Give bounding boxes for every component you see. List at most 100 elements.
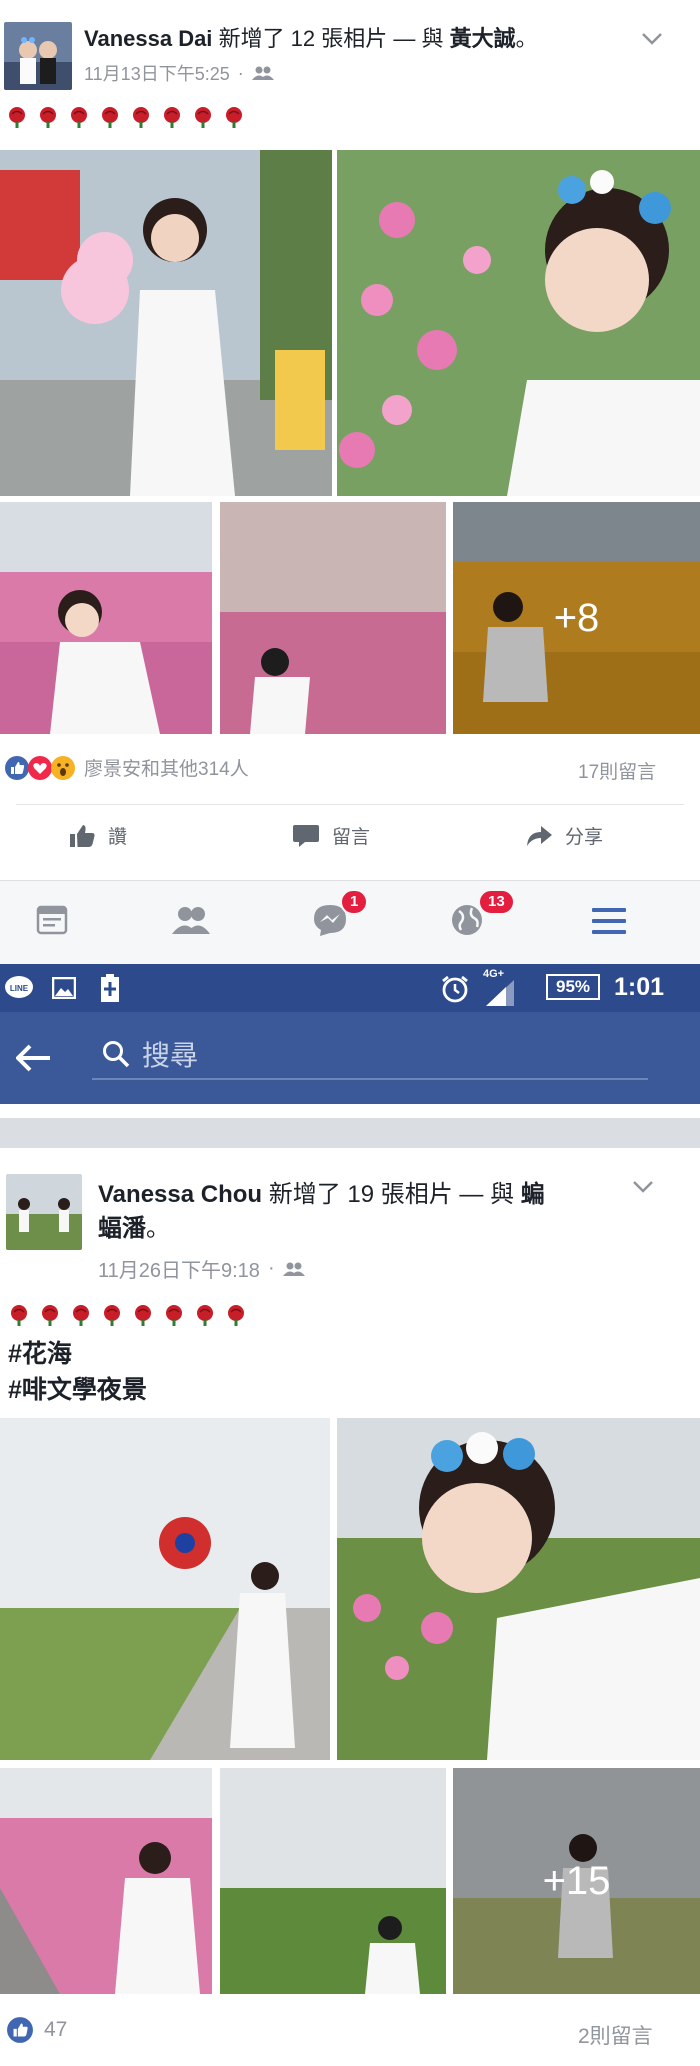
rose-icon [195,107,211,128]
messenger-tab[interactable]: 1 [312,889,369,942]
chevron-down-icon[interactable] [632,1180,654,1194]
post1-roses [6,106,245,128]
hamburger-menu-icon [592,908,626,934]
rose-icon [226,107,242,128]
rose-icon [73,1305,89,1326]
post2-roses [8,1304,247,1326]
rose-icon [104,1305,120,1326]
post1-more-photos-count[interactable]: +8 [453,502,700,734]
hashtag-link-1[interactable]: #花海 [8,1334,72,1370]
post2-author-link[interactable]: Vanessa Chou [98,1181,262,1208]
post1-author-link[interactable]: Vanessa Dai [84,26,212,51]
section-separator [0,1118,700,1148]
post2-more-photos-count[interactable]: +15 [453,1768,700,1994]
post2-tagged-link-part1[interactable]: 蝙 [521,1181,545,1208]
like-button[interactable]: 讚 [68,822,127,849]
chevron-down-icon[interactable] [641,32,663,46]
status-bar: LINE 4G+ 95% 1:01 [0,964,700,1012]
post2-timestamp[interactable]: 11月26日下午9:18 [98,1254,260,1283]
battery-indicator: 95% [546,974,600,1000]
battery-charging-icon [101,974,119,1002]
post1-divider [16,804,684,805]
rose-icon [164,107,180,128]
rose-icon [42,1305,58,1326]
rose-icon [40,107,56,128]
battery-percent: 95% [555,977,591,996]
search-icon [103,1041,130,1068]
rose-icon [197,1305,213,1326]
hashtag-link-2[interactable]: #啡文學夜景 [8,1370,147,1406]
rose-icon [166,1305,182,1326]
post1-photo-3[interactable] [0,502,212,734]
meta-dot: · [237,62,244,83]
post1-action-text: 新增了 12 張相片 — 與 [218,26,444,51]
post1-meta: 11月13日下午5:25 · [84,60,274,86]
rose-icon [11,1305,27,1326]
like-thumb-icon [70,824,95,847]
post2-photo-4[interactable] [220,1768,446,1994]
meta-dot: · [267,1257,275,1279]
search-bar: 搜尋 [0,1012,700,1104]
rose-icon [102,107,118,128]
post1-tagged-link[interactable]: 黃大誠 [450,26,516,51]
post2-likes-count[interactable]: 47 [44,2018,67,2042]
share-arrow-icon [527,825,552,846]
like-label: 讚 [108,827,128,848]
rose-icon [71,107,87,128]
post2-photo-1[interactable] [0,1418,330,1760]
share-button[interactable]: 分享 [525,822,603,849]
news-feed-icon [36,905,68,935]
post1-photo-1[interactable] [0,150,332,496]
post1-photo-4[interactable] [220,502,446,734]
comment-label: 留言 [332,827,371,848]
post2-tagged-link-part2[interactable]: 蝠潘 [98,1215,146,1242]
like-reaction-icon [7,2017,33,2043]
messages-badge: 1 [340,889,369,915]
rose-icon [135,1305,151,1326]
post1-timestamp[interactable]: 11月13日下午5:25 [84,60,230,86]
search-input[interactable]: 搜尋 [92,1030,648,1080]
clock-time: 1:01 [614,973,665,1001]
post2-title: Vanessa Chou 新增了 19 張相片 — 與 蝙 蝠潘。 [98,1178,598,1246]
friends-icon [172,907,210,934]
wow-reaction-icon [51,755,75,780]
post1-reactions[interactable]: 廖景安和其他314人 [4,754,249,781]
post1-photo-2[interactable] [337,150,700,496]
share-label: 分享 [565,827,604,848]
rose-icon [133,107,149,128]
post1-reactions-text[interactable]: 廖景安和其他314人 [84,754,249,781]
post1-end-punct: 。 [515,26,538,51]
rose-icon [9,107,25,128]
post1-photo-5[interactable]: +8 [453,502,700,734]
notifications-badge: 13 [478,889,515,915]
news-feed-tab[interactable] [36,905,68,940]
friends-audience-icon [251,66,274,80]
search-placeholder: 搜尋 [142,1040,199,1071]
post1-comments-count[interactable]: 17則留言 [578,757,656,784]
post2-photo-5[interactable]: +15 [453,1768,700,1994]
alarm-clock-icon [442,975,468,1003]
menu-tab[interactable] [592,907,626,940]
rose-icon [228,1305,244,1326]
post2-comments-count[interactable]: 2則留言 [578,2020,653,2050]
post2-avatar[interactable] [6,1174,82,1250]
comment-bubble-icon [293,824,319,847]
svg-text:LINE: LINE [10,984,29,993]
post2-reactions[interactable]: 47 [6,2016,67,2044]
line-app-icon: LINE [5,976,33,998]
comment-button[interactable]: 留言 [292,822,370,849]
post2-photo-2[interactable] [337,1418,700,1760]
friends-tab[interactable] [172,905,210,940]
post2-meta: 11月26日下午9:18 · [98,1254,305,1283]
network-type-label: 4G+ [483,968,505,980]
friends-audience-icon [282,1262,305,1276]
notifications-tab[interactable]: 13 [450,889,515,942]
gallery-icon [52,977,76,999]
post2-action-text: 新增了 19 張相片 — 與 [268,1181,515,1208]
post1-avatar[interactable] [4,22,72,90]
post2-end-punct: 。 [146,1215,170,1242]
post1-title: Vanessa Dai 新增了 12 張相片 — 與 黃大誠。 [84,24,624,54]
back-arrow-icon[interactable] [16,1044,52,1072]
signal-strength-icon [486,980,514,1006]
post2-photo-3[interactable] [0,1768,212,1994]
